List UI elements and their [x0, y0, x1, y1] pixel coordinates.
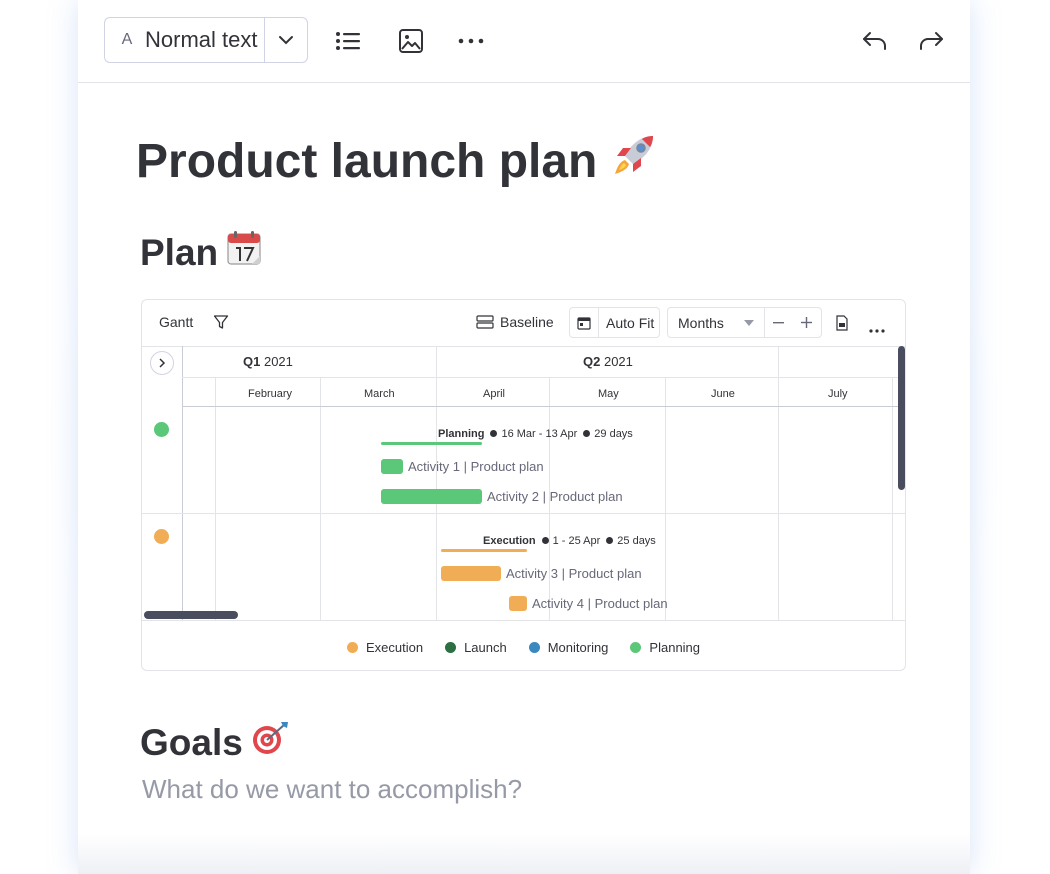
activity-bar[interactable] — [381, 489, 482, 504]
grid-line — [215, 377, 216, 620]
activity-label: Activity 3 | Product plan — [506, 566, 642, 581]
undo-icon[interactable] — [860, 26, 890, 56]
grid-line — [892, 377, 893, 620]
export-icon[interactable] — [835, 315, 849, 334]
month-label: April — [483, 388, 506, 400]
legend-item: Launch — [445, 640, 507, 655]
auto-fit-button[interactable]: Auto Fit — [569, 307, 660, 338]
quarter-label-q2: Q2 2021 — [583, 354, 633, 369]
zoom-in-icon[interactable] — [793, 317, 821, 328]
scale-value: Months — [678, 314, 724, 331]
horizontal-scrollbar[interactable] — [144, 611, 238, 619]
more-options-icon[interactable] — [456, 26, 486, 56]
image-icon[interactable] — [396, 26, 426, 56]
quarter-label-q1: Q1 2021 — [243, 354, 293, 369]
page-title-text: Product launch plan — [136, 134, 598, 188]
plan-heading[interactable]: Plan — [140, 230, 262, 275]
chevron-down-icon[interactable] — [264, 18, 307, 62]
activity-label: Activity 1 | Product plan — [408, 459, 544, 474]
text-style-value: Normal text — [145, 27, 258, 52]
target-icon — [251, 720, 289, 765]
legend-item: Execution — [346, 640, 423, 655]
activity-bar[interactable] — [509, 596, 527, 611]
bottom-fade — [78, 834, 970, 874]
month-label: May — [598, 388, 619, 400]
caret-down-icon[interactable] — [734, 319, 764, 326]
gantt-title: Gantt — [159, 314, 194, 330]
legend-item: Monitoring — [528, 640, 608, 655]
month-label: March — [364, 388, 395, 400]
baseline-icon — [476, 315, 494, 329]
activity-label: Activity 2 | Product plan — [487, 489, 623, 504]
filter-icon[interactable] — [213, 314, 229, 333]
group-separator — [142, 513, 905, 514]
text-style-icon: A — [121, 31, 133, 48]
planning-summary: Planning 16 Mar - 13 Apr 29 days — [438, 428, 633, 440]
planning-group-dot[interactable] — [154, 422, 169, 437]
bulleted-list-icon[interactable] — [333, 26, 363, 56]
auto-fit-label: Auto Fit — [606, 314, 655, 331]
zoom-out-icon[interactable] — [763, 308, 793, 337]
baseline-label: Baseline — [500, 314, 554, 330]
goals-placeholder[interactable]: What do we want to accomplish? — [142, 774, 522, 805]
grid-line — [436, 346, 437, 620]
grid-line — [182, 377, 905, 378]
gantt-more-icon[interactable] — [869, 320, 885, 336]
goals-heading-text: Goals — [140, 721, 243, 763]
scale-selector[interactable]: Months — [667, 307, 822, 338]
month-label: June — [711, 388, 735, 400]
gantt-widget: Gantt Baseline Auto Fit Months Q1 2021 Q… — [141, 299, 906, 671]
execution-summary-bar[interactable] — [441, 549, 527, 552]
month-label: July — [828, 388, 848, 400]
activity-bar[interactable] — [381, 459, 403, 474]
planning-summary-bar[interactable] — [381, 442, 482, 445]
execution-group-dot[interactable] — [154, 529, 169, 544]
chevron-right-icon — [159, 358, 166, 368]
page-title[interactable]: Product launch plan — [136, 130, 659, 192]
grid-line — [320, 377, 321, 620]
document-card: A Normal text Product launch plan Plan G… — [78, 0, 970, 874]
baseline-button[interactable]: Baseline — [476, 314, 554, 330]
vertical-scrollbar[interactable] — [898, 346, 905, 490]
rocket-icon — [609, 130, 659, 192]
calendar-icon — [226, 230, 262, 275]
gantt-grid: Q1 2021 Q2 2021 February March April May… — [142, 346, 905, 620]
execution-summary: Execution 1 - 25 Apr 25 days — [483, 535, 656, 547]
calendar-fit-icon — [570, 308, 599, 337]
month-label: February — [248, 388, 293, 400]
text-style-dropdown[interactable]: A Normal text — [104, 17, 308, 63]
grid-line — [778, 346, 779, 620]
activity-label: Activity 4 | Product plan — [532, 596, 668, 611]
expand-sidebar-button[interactable] — [150, 351, 174, 375]
grid-line — [665, 377, 666, 620]
gantt-header: Gantt Baseline Auto Fit Months — [142, 300, 905, 347]
legend-item: Planning — [630, 640, 700, 655]
goals-heading[interactable]: Goals — [140, 720, 289, 765]
plan-heading-text: Plan — [140, 231, 219, 273]
redo-icon[interactable] — [916, 26, 946, 56]
editor-toolbar: A Normal text — [78, 0, 970, 83]
activity-bar[interactable] — [441, 566, 501, 581]
grid-line — [182, 406, 905, 407]
gantt-legend: Execution Launch Monitoring Planning — [142, 620, 905, 670]
sidebar-divider — [182, 346, 183, 620]
